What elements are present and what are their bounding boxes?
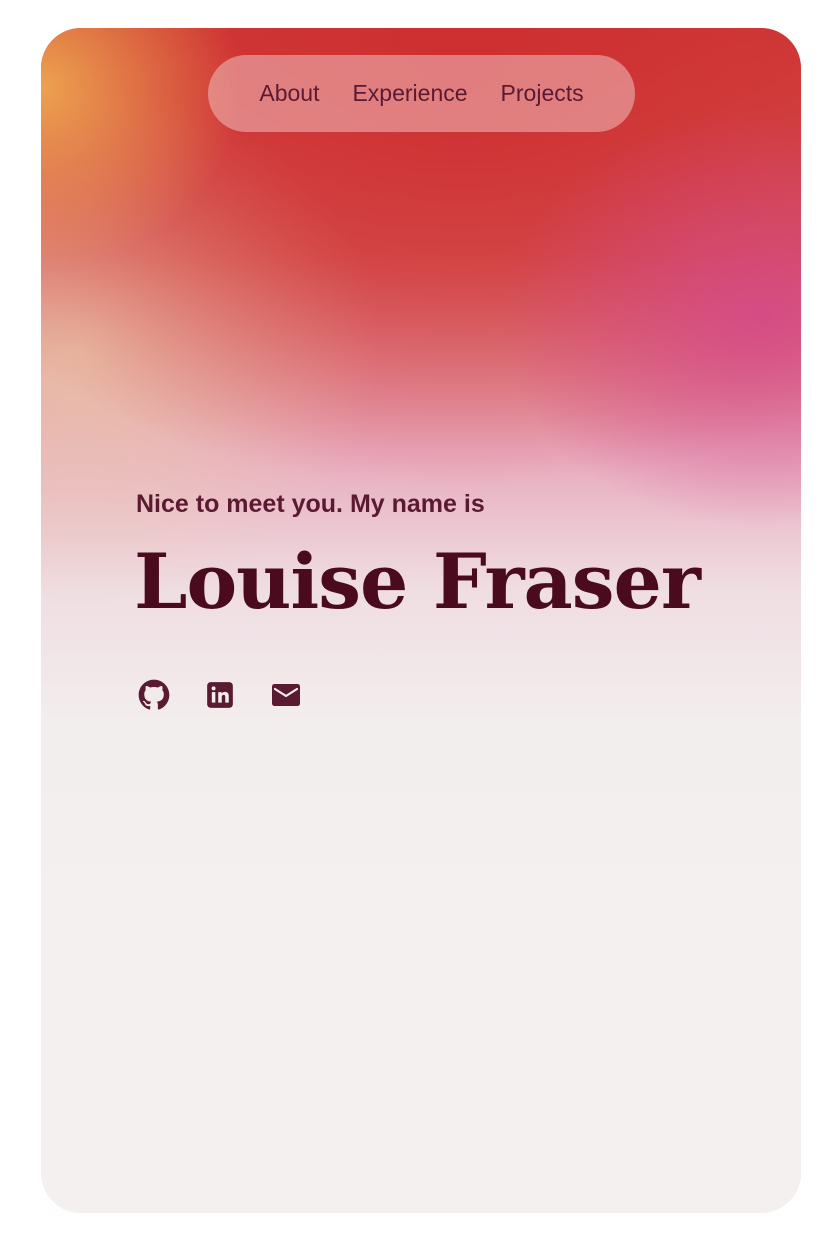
- linkedin-link[interactable]: [203, 678, 237, 712]
- nav-link-about[interactable]: About: [259, 80, 319, 107]
- social-links: [137, 678, 303, 712]
- email-link[interactable]: [269, 678, 303, 712]
- github-icon: [138, 679, 170, 710]
- nav-link-projects[interactable]: Projects: [501, 80, 584, 107]
- hero-name: Louise Fraser: [134, 537, 701, 626]
- github-link[interactable]: [137, 678, 171, 712]
- linkedin-icon: [207, 682, 233, 708]
- email-icon: [272, 684, 300, 706]
- nav-link-experience[interactable]: Experience: [352, 80, 467, 107]
- greeting-text: Nice to meet you. My name is: [136, 490, 485, 518]
- top-nav: About Experience Projects: [208, 55, 635, 132]
- hero-card: About Experience Projects Nice to meet y…: [41, 28, 801, 1213]
